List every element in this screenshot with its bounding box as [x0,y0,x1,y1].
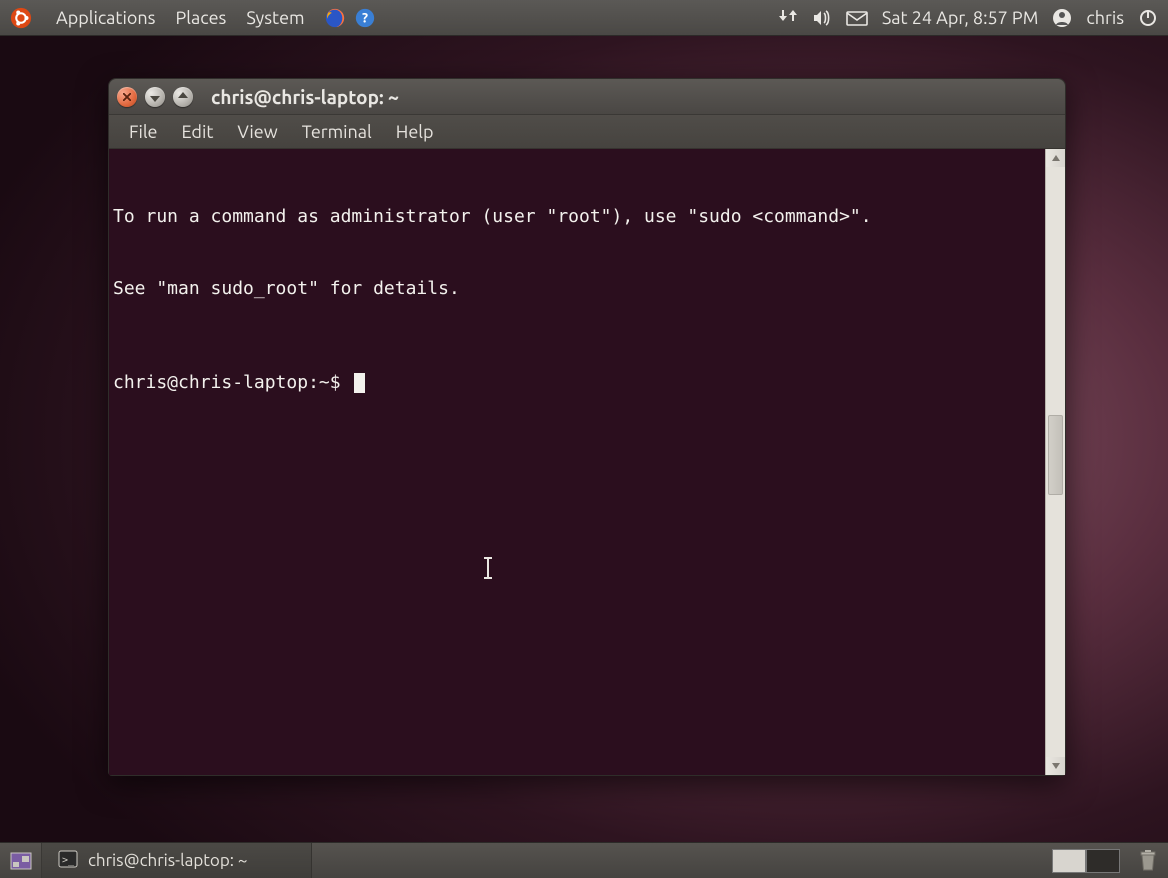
help-icon[interactable]: ? [353,6,377,30]
motd-line: To run a command as administrator (user … [113,205,1041,229]
network-updown-icon[interactable] [778,9,798,27]
scroll-up-icon[interactable] [1046,149,1065,167]
user-switch-icon[interactable] [1052,8,1072,28]
window-titlebar[interactable]: chris@chris-laptop: ~ [109,79,1065,115]
svg-text:>_: >_ [62,855,75,866]
scrollbar-track[interactable] [1046,167,1065,757]
menu-view[interactable]: View [227,120,287,144]
maximize-button[interactable] [173,87,193,107]
volume-icon[interactable] [812,9,832,27]
menu-file[interactable]: File [119,120,168,144]
menu-system[interactable]: System [236,8,314,28]
terminal-window: chris@chris-laptop: ~ File Edit View Ter… [108,78,1066,776]
close-button[interactable] [117,87,137,107]
cursor-icon [354,373,365,393]
window-title: chris@chris-laptop: ~ [211,86,399,108]
taskbar-item-label: chris@chris-laptop: ~ [88,851,247,870]
show-desktop-button[interactable] [0,843,42,878]
top-panel: Applications Places System ? Sat 24 Apr,… [0,0,1168,36]
scrollbar-thumb[interactable] [1048,415,1063,495]
workspace-2[interactable] [1086,849,1120,873]
menu-help[interactable]: Help [386,120,444,144]
ubuntu-logo-icon[interactable] [8,5,34,31]
scrollbar[interactable] [1045,149,1065,775]
window-menubar: File Edit View Terminal Help [109,115,1065,149]
svg-text:?: ? [362,9,368,25]
menu-places[interactable]: Places [166,8,237,28]
menu-edit[interactable]: Edit [172,120,224,144]
menu-applications[interactable]: Applications [46,8,166,28]
motd-line: See "man sudo_root" for details. [113,277,1041,301]
text-cursor-icon [487,557,489,579]
power-icon[interactable] [1138,8,1158,28]
prompt-text: chris@chris-laptop:~$ [113,371,351,395]
mail-icon[interactable] [846,10,868,26]
terminal-icon: >_ [58,850,78,872]
prompt-line: chris@chris-laptop:~$ [113,371,1041,395]
top-panel-right: Sat 24 Apr, 8:57 PM chris [778,8,1168,28]
taskbar-item-terminal[interactable]: >_ chris@chris-laptop: ~ [42,843,312,878]
minimize-button[interactable] [145,87,165,107]
terminal-output[interactable]: To run a command as administrator (user … [109,149,1045,775]
workspace-1[interactable] [1052,849,1086,873]
firefox-icon[interactable] [323,6,347,30]
scroll-down-icon[interactable] [1046,757,1065,775]
terminal-area-wrap: To run a command as administrator (user … [109,149,1065,775]
username-label[interactable]: chris [1086,8,1124,28]
menu-terminal[interactable]: Terminal [292,120,382,144]
clock-text[interactable]: Sat 24 Apr, 8:57 PM [882,8,1039,28]
workspace-switcher[interactable] [1052,849,1120,873]
bottom-panel: >_ chris@chris-laptop: ~ [0,842,1168,878]
top-panel-left: Applications Places System ? [0,5,377,31]
trash-icon[interactable] [1128,849,1168,873]
